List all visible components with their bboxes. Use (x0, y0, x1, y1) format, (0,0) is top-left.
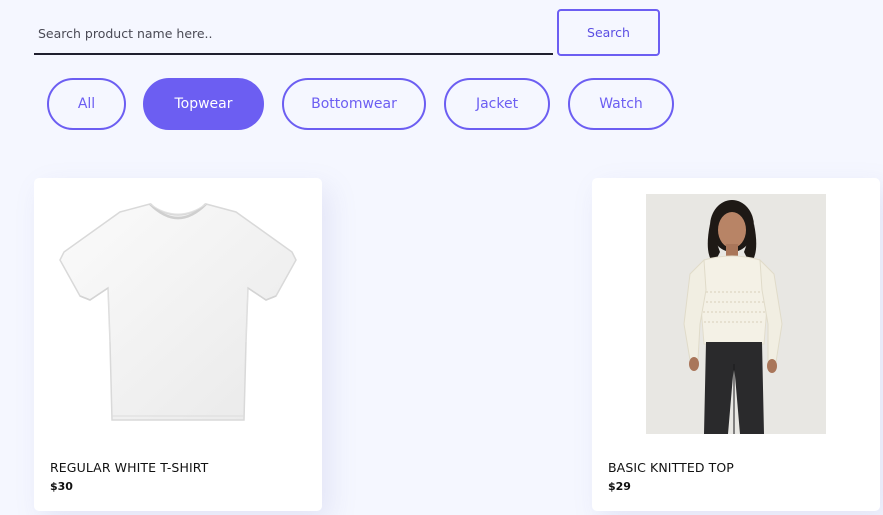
filter-topwear-button[interactable]: Topwear (143, 78, 264, 130)
filter-bottomwear-button[interactable]: Bottomwear (282, 78, 426, 130)
product-card[interactable]: BASIC KNITTED TOP $29 (592, 178, 880, 511)
product-price: $29 (608, 480, 631, 493)
filter-all-button[interactable]: All (47, 78, 126, 130)
product-page: Search All Topwear Bottomwear Jacket Wat… (0, 0, 883, 515)
search-button[interactable]: Search (557, 9, 660, 56)
filter-jacket-button[interactable]: Jacket (444, 78, 550, 130)
knitted-top-model-image[interactable] (646, 194, 826, 434)
filter-watch-button[interactable]: Watch (568, 78, 674, 130)
product-name: REGULAR WHITE T-SHIRT (50, 460, 209, 475)
white-tshirt-image[interactable] (46, 192, 310, 442)
product-name: BASIC KNITTED TOP (608, 460, 734, 475)
product-price: $30 (50, 480, 73, 493)
product-card[interactable]: REGULAR WHITE T-SHIRT $30 (34, 178, 322, 511)
search-input[interactable] (34, 14, 553, 55)
